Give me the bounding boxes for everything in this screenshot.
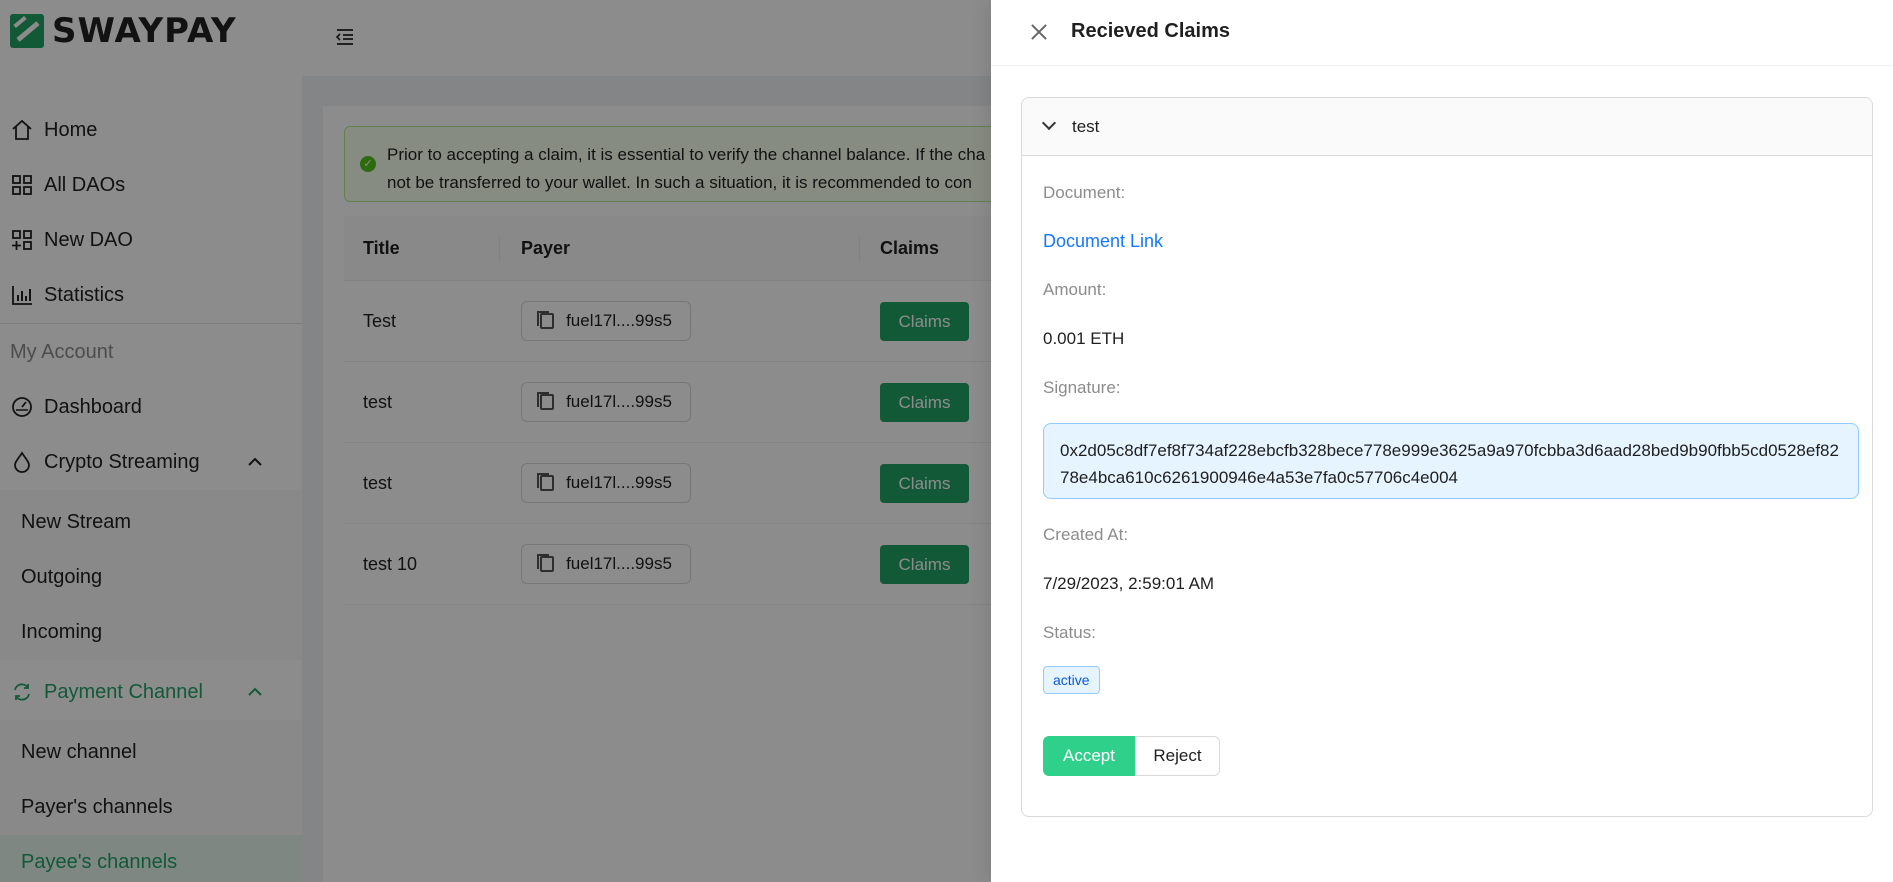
claims-drawer: Recieved Claims test Document: Document … xyxy=(991,0,1893,882)
claim-panel-title: test xyxy=(1072,117,1100,136)
drawer-header: Recieved Claims xyxy=(991,0,1893,66)
claim-panel-header[interactable]: test xyxy=(1022,98,1872,156)
document-label: Document: xyxy=(1043,183,1126,202)
claim-panel: test Document: Document Link Amount: 0.0… xyxy=(1021,97,1873,817)
drawer-title: Recieved Claims xyxy=(1071,20,1230,42)
accept-button[interactable]: Accept xyxy=(1043,736,1135,776)
reject-button[interactable]: Reject xyxy=(1135,736,1220,776)
signature-value: 0x2d05c8df7ef8f734af228ebcfb328bece778e9… xyxy=(1043,423,1859,499)
close-icon[interactable] xyxy=(1029,22,1049,42)
status-badge: active xyxy=(1043,666,1100,694)
signature-label: Signature: xyxy=(1043,378,1121,397)
created-at-value: 7/29/2023, 2:59:01 AM xyxy=(1043,574,1215,593)
amount-value: 0.001 ETH xyxy=(1043,329,1125,348)
document-link[interactable]: Document Link xyxy=(1043,231,1163,252)
amount-label: Amount: xyxy=(1043,280,1107,299)
created-at-label: Created At: xyxy=(1043,525,1129,544)
status-label: Status: xyxy=(1043,623,1096,642)
chevron-down-icon xyxy=(1041,115,1057,131)
